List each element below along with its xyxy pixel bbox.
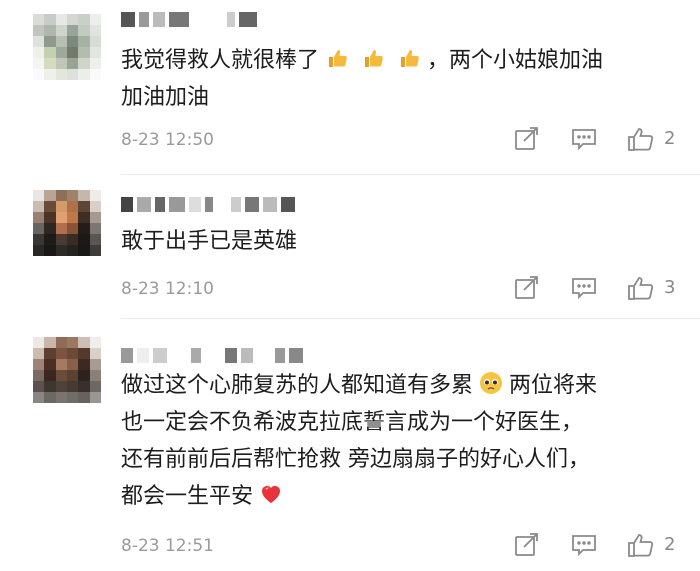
comment-icon: [572, 278, 596, 300]
comment-icon: [572, 129, 596, 151]
like-button[interactable]: [627, 532, 655, 558]
comment-text-line: 还有前前后后帮忙抢救 旁边扇扇子的好心人们，: [121, 447, 590, 472]
repost-button[interactable]: [514, 532, 540, 558]
comment-text: 我觉得救人就很棒了 ，两个小姑娘加油 加油加油: [121, 42, 680, 116]
divider: [121, 318, 700, 319]
thumbs-up-outline-icon: [628, 277, 654, 300]
avatar[interactable]: [33, 14, 101, 80]
edit-share-icon: [515, 533, 538, 556]
thumbs-up-icon: [365, 50, 383, 67]
thumbs-up-outline-icon: [628, 128, 654, 151]
comment-text-line: 都会一生平安: [121, 484, 254, 509]
red-heart-icon: [262, 486, 281, 503]
comment-actions: 2: [514, 532, 684, 560]
repost-button[interactable]: [514, 126, 540, 152]
thumbs-up-icon: [401, 50, 419, 67]
comment-timestamp: 8-23 12:51: [121, 536, 214, 556]
comment-actions: 3: [514, 275, 684, 303]
comment-timestamp: 8-23 12:50: [121, 130, 214, 150]
edit-share-icon: [515, 127, 538, 150]
like-button[interactable]: [627, 126, 655, 152]
comment-text-line: 两位将来: [509, 373, 598, 398]
reply-button[interactable]: [571, 532, 597, 558]
comment-text-line: 我觉得救人就很棒了: [121, 48, 320, 73]
reply-button[interactable]: [571, 275, 597, 301]
comment-text-line: 敢于出手已是英雄: [121, 229, 298, 254]
comment-actions: 2: [514, 126, 684, 154]
like-count: 2: [664, 128, 676, 149]
comment-timestamp: 8-23 12:10: [121, 279, 214, 299]
thumbs-up-outline-icon: [628, 534, 654, 557]
avatar[interactable]: [33, 337, 101, 403]
comment-text-line: 也一定会不负希波克拉底誓言成为一个好医生，: [121, 410, 584, 435]
comment-text: 敢于出手已是英雄: [121, 223, 680, 260]
edit-share-icon: [515, 276, 538, 299]
avatar[interactable]: [33, 190, 101, 256]
like-button[interactable]: [627, 275, 655, 301]
repost-button[interactable]: [514, 275, 540, 301]
username-obscured[interactable]: [121, 344, 303, 366]
like-count: 2: [664, 534, 676, 555]
username-obscured[interactable]: [121, 8, 257, 30]
username-obscured[interactable]: [121, 193, 295, 215]
reply-button[interactable]: [571, 126, 597, 152]
comment-text-line: ，两个小姑娘加油: [427, 48, 604, 73]
comment-text-line: 加油加油: [121, 85, 210, 110]
thumbs-up-icon: [329, 50, 347, 67]
comment-text-line: 做过这个心肺复苏的人都知道有多累: [121, 373, 474, 398]
divider: [121, 174, 700, 175]
like-count: 3: [664, 277, 676, 298]
pleading-face-icon: [480, 372, 503, 394]
comment-icon: [572, 535, 596, 557]
comment-text: 做过这个心肺复苏的人都知道有多累 两位将来 也一定会不负希波克拉底誓言成为一个好医…: [121, 367, 680, 515]
